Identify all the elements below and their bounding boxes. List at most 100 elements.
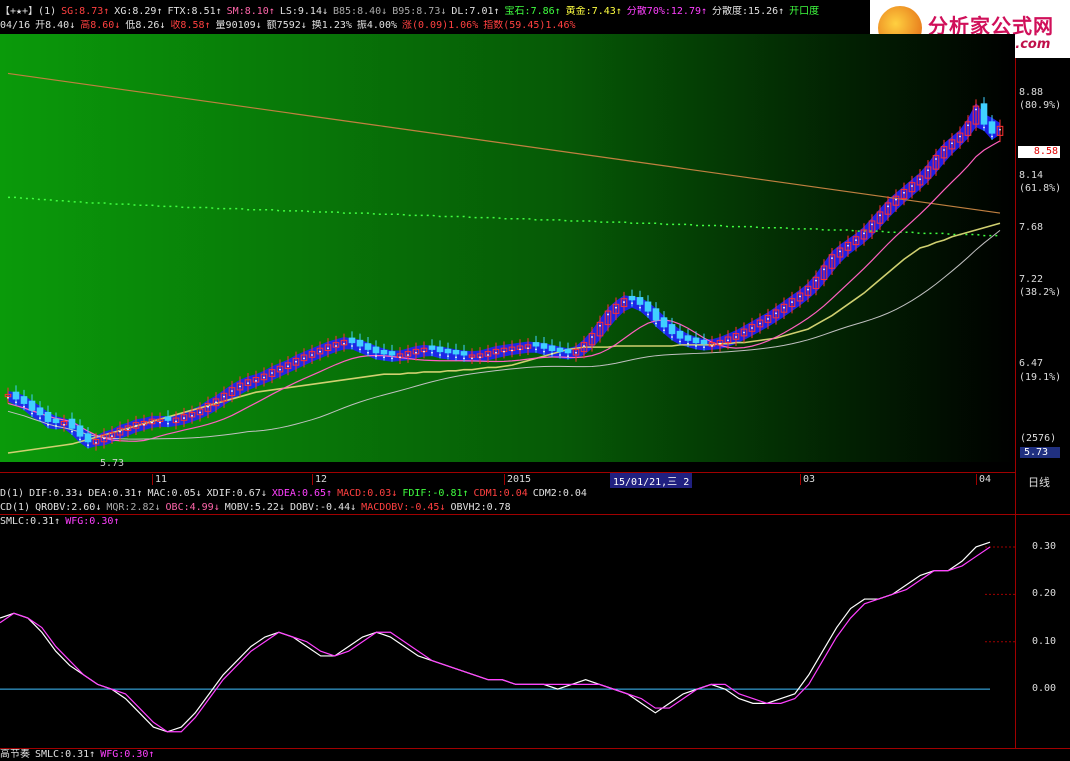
candle xyxy=(636,297,644,305)
band-dot xyxy=(511,349,513,352)
indicator-value: WFG:0.30↑ xyxy=(65,516,120,527)
price-axis-label: 7.68 xyxy=(1019,221,1044,233)
footer-value: WFG:0.30↑ xyxy=(100,749,155,760)
band-dot xyxy=(423,350,425,353)
indicator-value: DIF:0.33↓ xyxy=(29,488,84,499)
oscillator-axis-label: 0.10 xyxy=(1032,635,1057,647)
header-value: FTX:8.51↑ xyxy=(167,6,222,17)
band-dot xyxy=(983,126,985,129)
date-axis: 11 12 2015 03 04 15/01/21,三 2 xyxy=(0,472,1015,488)
band-dot xyxy=(391,357,393,360)
price-axis-label: (38.2%) xyxy=(1019,287,1062,299)
band-dot xyxy=(687,342,689,345)
candle xyxy=(356,339,364,347)
candle xyxy=(164,416,172,421)
band-dot xyxy=(271,372,273,374)
band-dot xyxy=(527,347,529,350)
indicator-value: OBVH2:0.78 xyxy=(450,502,511,513)
header-value: 分散度:15.26↑ xyxy=(712,6,785,17)
band-dot xyxy=(223,395,225,398)
indicator-value: CD(1) xyxy=(0,502,31,513)
band-dot xyxy=(183,417,185,419)
indicator-value: DOBV:-0.44↓ xyxy=(289,502,357,513)
band-dot xyxy=(559,354,561,356)
price-axis-label: (19.1%) xyxy=(1019,371,1062,383)
header-value: 振4.00% xyxy=(356,20,397,31)
price-axis: 8.88 (80.9%) 8.14 (61.8%) 7.68 7.22 (38.2%) 6.4… xyxy=(1016,34,1070,462)
band-dot xyxy=(839,250,841,253)
candle xyxy=(540,343,548,349)
band-dot xyxy=(999,128,1001,131)
indicator-value: OBC:4.99↓ xyxy=(165,502,220,513)
candle xyxy=(12,391,20,400)
band-dot xyxy=(871,223,873,226)
indicator-value: SMLC:0.31↑ xyxy=(0,516,61,527)
footer-value: SMLC:0.31↑ xyxy=(35,749,96,760)
band-dot xyxy=(231,390,233,392)
candle xyxy=(444,348,452,354)
band-dot xyxy=(463,357,465,360)
band-dot xyxy=(903,191,905,194)
candle xyxy=(364,343,372,350)
band-dot xyxy=(631,302,633,305)
candlestick-chart[interactable] xyxy=(0,34,1015,462)
band-dot xyxy=(87,444,89,447)
footer-value: 高节奏 xyxy=(0,749,30,760)
indicator-value: MACDOBV:-0.45↓ xyxy=(361,502,446,513)
header-value: LS:9.14↓ xyxy=(279,6,328,17)
band-dot xyxy=(911,185,913,187)
header-value: DL:7.01↑ xyxy=(451,6,500,17)
price-axis-label: 6.47 xyxy=(1019,358,1044,369)
oscillator-chart[interactable] xyxy=(0,528,1015,746)
band-dot xyxy=(895,198,897,201)
oscillator-axis: 0.30 0.20 0.10 0.00 xyxy=(1016,528,1070,746)
band-dot xyxy=(991,135,993,138)
band-dot xyxy=(7,396,9,399)
candle xyxy=(28,400,36,411)
band-dot xyxy=(167,422,169,425)
band-dot xyxy=(175,420,177,423)
band-dot xyxy=(207,405,209,408)
band-dot xyxy=(831,257,833,260)
header-value: B95:8.73↓ xyxy=(392,6,447,17)
price-axis-label: 7.22 xyxy=(1019,273,1044,285)
cursor-date-label: 15/01/21,三 2 xyxy=(610,473,693,488)
band-dot xyxy=(23,405,25,408)
band-dot xyxy=(95,441,97,444)
band-dot xyxy=(743,331,745,334)
header-value: 额7592↓ xyxy=(266,20,307,31)
band-dot xyxy=(319,350,321,353)
indicator-value: FDIF:-0.81↑ xyxy=(402,488,469,499)
period-label[interactable]: 日线 xyxy=(1028,474,1050,490)
band-dot xyxy=(935,158,937,160)
band-dot xyxy=(703,346,705,349)
band-dot xyxy=(431,351,433,354)
footer-row: 高节奏 SMLC:0.31↑ WFG:0.30↑ xyxy=(0,749,1015,761)
band-dot xyxy=(807,288,809,291)
price-axis-label: 8.88 xyxy=(1019,86,1044,98)
price-axis-label: (61.8%) xyxy=(1019,183,1062,195)
header-value: 开口度 xyxy=(789,6,820,17)
band-dot xyxy=(767,318,769,320)
header-value: 04/16 xyxy=(0,20,31,31)
band-dot xyxy=(111,435,113,437)
band-dot xyxy=(47,423,49,426)
band-dot xyxy=(519,348,521,351)
indicator-value: D(1) xyxy=(0,488,25,499)
header-value: 黄金:7.43↑ xyxy=(565,6,622,17)
band-dot xyxy=(303,357,305,360)
band-dot xyxy=(407,354,409,356)
band-dot xyxy=(327,347,329,350)
band-dot xyxy=(783,306,785,309)
header-row-2: 04/16 开8.40↓ 高8.60↓ 低8.26↓ 收8.58↑ 量90109↓ 额759… xyxy=(0,20,1015,32)
band-dot xyxy=(927,169,929,172)
band-dot xyxy=(215,401,217,404)
band-dot xyxy=(383,356,385,359)
band-dot xyxy=(455,356,457,359)
band-dot xyxy=(71,430,73,433)
band-dot xyxy=(551,352,553,355)
band-dot xyxy=(583,345,585,347)
band-dot xyxy=(623,301,625,303)
bottom-count: (2576) xyxy=(1020,433,1057,444)
candle xyxy=(692,337,700,344)
